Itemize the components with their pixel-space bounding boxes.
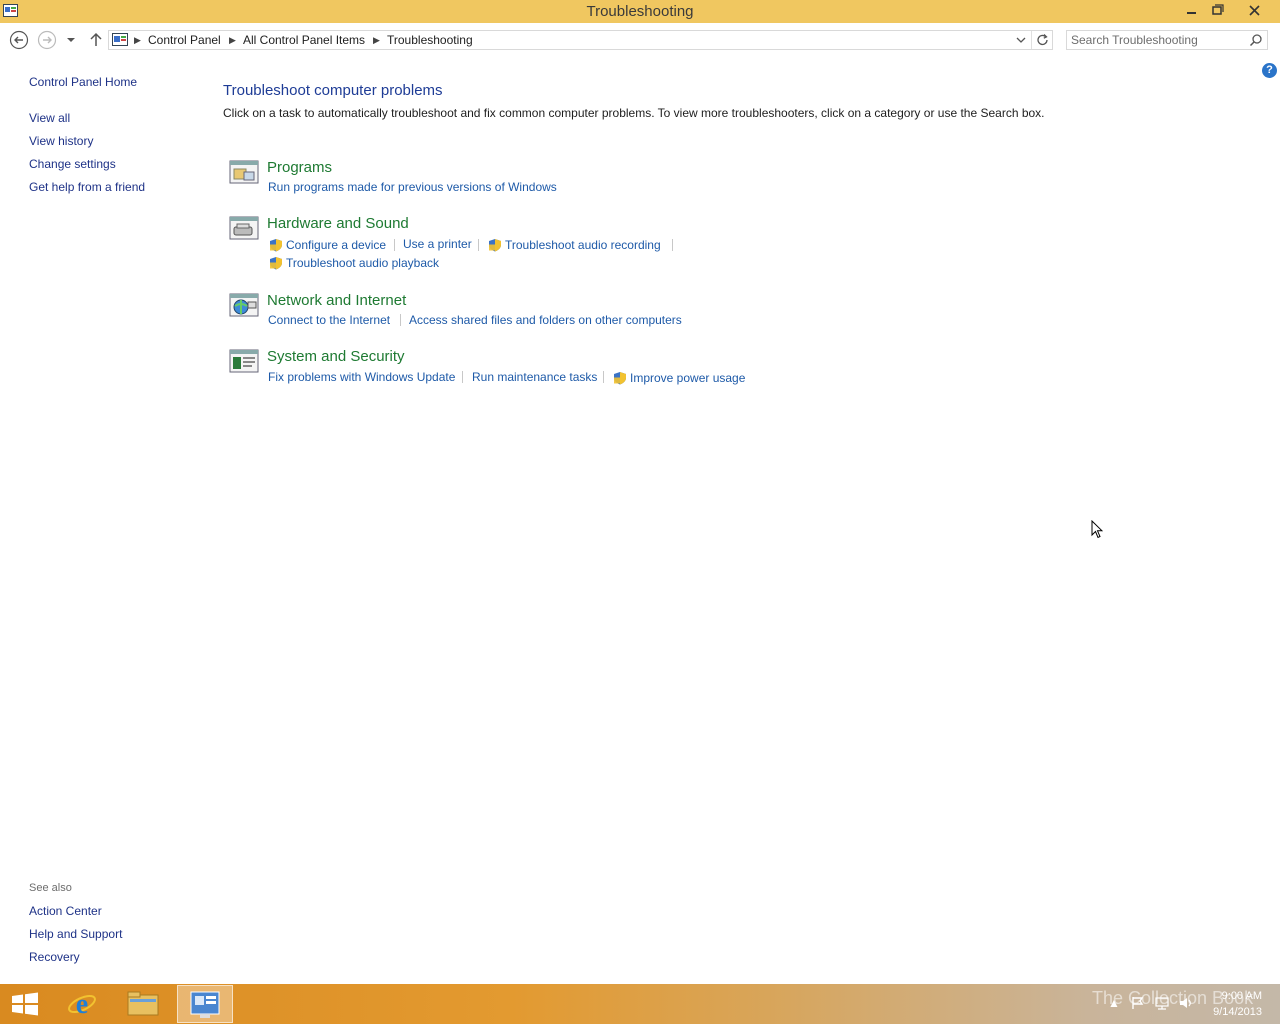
divider	[400, 314, 401, 326]
help-and-support-link[interactable]: Help and Support	[29, 927, 122, 942]
folder-icon	[127, 991, 159, 1016]
search-input[interactable]	[1071, 32, 1246, 48]
up-arrow-icon	[90, 32, 102, 46]
close-button[interactable]	[1240, 0, 1270, 22]
internet-explorer-icon: e	[68, 989, 96, 1020]
get-help-from-friend-link[interactable]: Get help from a friend	[29, 180, 145, 195]
view-all-link[interactable]: View all	[29, 111, 70, 126]
breadcrumb-separator-icon[interactable]: ▶	[229, 31, 236, 50]
control-panel-taskbar-button[interactable]	[177, 985, 233, 1023]
search-icon[interactable]	[1249, 33, 1263, 47]
svg-text:e: e	[76, 989, 88, 1020]
category-programs[interactable]: Programs	[267, 159, 332, 177]
clock-time[interactable]: 9:00 AM	[1222, 990, 1262, 1002]
category-network-and-internet[interactable]: Network and Internet	[267, 292, 406, 310]
view-history-link[interactable]: View history	[29, 134, 93, 149]
network-icon[interactable]	[1155, 996, 1169, 1010]
see-also-label: See also	[29, 882, 72, 894]
back-arrow-icon	[9, 30, 29, 50]
help-icon[interactable]: ?	[1262, 63, 1277, 78]
window-title: Troubleshooting	[586, 3, 694, 20]
page-description: Click on a task to automatically trouble…	[223, 106, 1045, 120]
forward-button[interactable]	[37, 30, 57, 50]
task-access-shared-files[interactable]: Access shared files and folders on other…	[409, 313, 682, 328]
category-hardware-and-sound[interactable]: Hardware and Sound	[267, 215, 409, 233]
action-center-flag-icon[interactable]	[1131, 996, 1145, 1010]
chevron-down-icon	[1016, 37, 1026, 43]
mouse-cursor-icon	[1091, 519, 1104, 539]
internet-explorer-taskbar-button[interactable]: e	[57, 986, 107, 1022]
divider	[394, 239, 395, 251]
control-panel-home-link[interactable]: Control Panel Home	[29, 75, 137, 90]
back-button[interactable]	[9, 30, 29, 50]
task-configure-device[interactable]: Configure a device	[286, 238, 386, 253]
control-panel-icon	[190, 991, 220, 1018]
task-run-old-programs[interactable]: Run programs made for previous versions …	[268, 180, 557, 195]
breadcrumb-separator-icon[interactable]: ▶	[373, 31, 380, 50]
divider	[603, 371, 604, 383]
change-settings-link[interactable]: Change settings	[29, 157, 116, 172]
task-use-printer[interactable]: Use a printer	[403, 237, 472, 252]
control-panel-icon	[112, 33, 128, 47]
programs-icon[interactable]	[229, 159, 259, 185]
clock-date[interactable]: 9/14/2013	[1213, 1006, 1262, 1018]
action-center-link[interactable]: Action Center	[29, 904, 102, 919]
system-and-security-icon[interactable]	[229, 348, 259, 374]
divider	[462, 371, 463, 383]
volume-icon[interactable]	[1179, 996, 1193, 1010]
refresh-button[interactable]	[1034, 31, 1052, 49]
breadcrumb-troubleshooting[interactable]: Troubleshooting	[387, 31, 473, 50]
divider	[478, 239, 479, 251]
show-hidden-icons-button[interactable]: ▲	[1107, 996, 1121, 1010]
minimize-icon	[1187, 12, 1196, 14]
task-troubleshoot-audio-recording[interactable]: Troubleshoot audio recording	[505, 238, 661, 253]
address-dropdown-button[interactable]	[1014, 31, 1028, 49]
divider	[1031, 31, 1032, 49]
address-bar[interactable]: ▶ Control Panel ▶ All Control Panel Item…	[108, 30, 1053, 50]
category-system-and-security[interactable]: System and Security	[267, 348, 405, 366]
windows-logo-icon	[12, 992, 38, 1016]
shield-icon	[613, 371, 627, 385]
network-and-internet-icon[interactable]	[229, 292, 259, 318]
task-fix-windows-update[interactable]: Fix problems with Windows Update	[268, 370, 455, 385]
refresh-icon	[1037, 34, 1048, 46]
breadcrumb-separator-icon[interactable]: ▶	[134, 31, 141, 50]
breadcrumb-all-control-panel-items[interactable]: All Control Panel Items	[243, 31, 365, 50]
task-improve-power-usage[interactable]: Improve power usage	[630, 371, 745, 386]
restore-button[interactable]	[1203, 0, 1233, 22]
hardware-and-sound-icon[interactable]	[229, 215, 259, 241]
up-button[interactable]	[86, 30, 106, 50]
task-connect-to-internet[interactable]: Connect to the Internet	[268, 313, 390, 328]
task-troubleshoot-audio-playback[interactable]: Troubleshoot audio playback	[286, 256, 439, 271]
chevron-down-icon	[67, 38, 75, 42]
close-icon	[1249, 5, 1260, 16]
shield-icon	[269, 256, 283, 270]
forward-arrow-icon	[37, 30, 57, 50]
breadcrumb-control-panel[interactable]: Control Panel	[148, 31, 221, 50]
task-run-maintenance[interactable]: Run maintenance tasks	[472, 370, 597, 385]
recent-locations-button[interactable]	[63, 30, 79, 50]
start-button[interactable]	[0, 986, 50, 1022]
page-title: Troubleshoot computer problems	[223, 82, 443, 99]
recovery-link[interactable]: Recovery	[29, 950, 80, 965]
file-explorer-taskbar-button[interactable]	[118, 986, 168, 1022]
shield-icon	[488, 238, 502, 252]
divider	[672, 239, 673, 251]
search-box[interactable]	[1066, 30, 1268, 50]
restore-icon	[1212, 4, 1224, 15]
shield-icon	[269, 238, 283, 252]
